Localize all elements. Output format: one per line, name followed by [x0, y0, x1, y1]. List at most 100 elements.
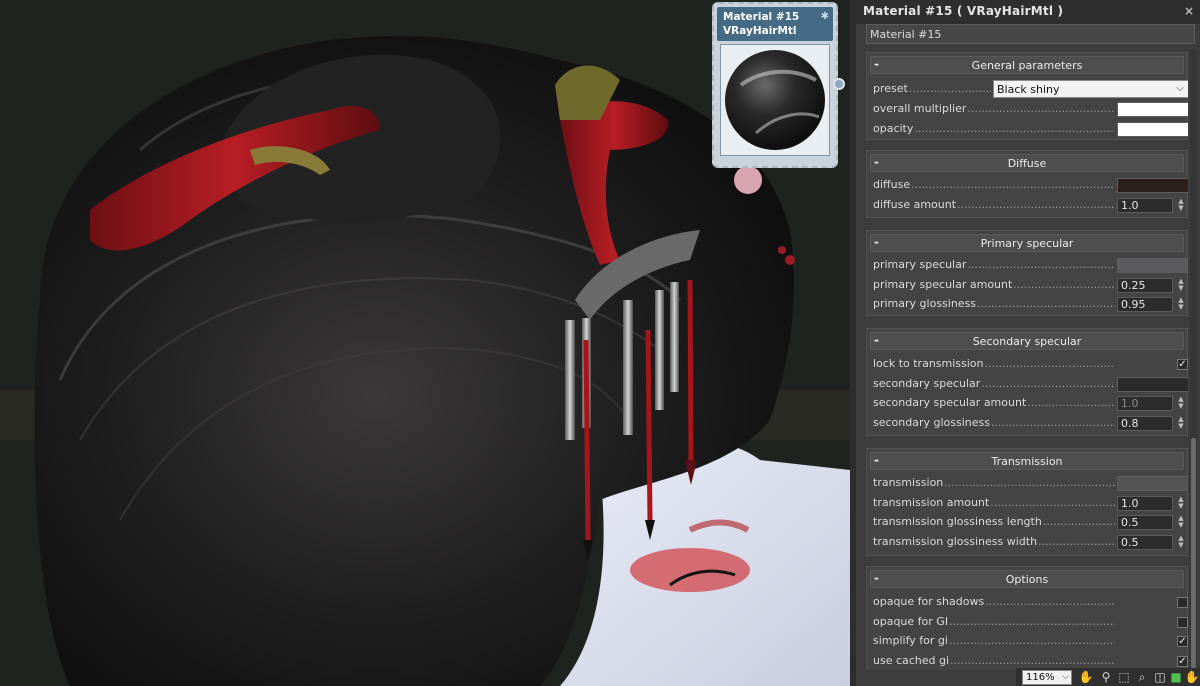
region-icon[interactable]: ⬚ — [1116, 669, 1132, 685]
param-row-primary-glossiness: primary glossiness 0.95 ▲▼ — [873, 295, 1187, 313]
param-row-opaque-for-gi: opaque for GI — [873, 613, 1188, 631]
param-row-secondary-specular: secondary specular — [873, 375, 1188, 393]
param-row-transmission: transmission — [873, 474, 1188, 492]
param-row-transmission-glossiness-length: transmission glossiness length 0.5 ▲▼ — [873, 513, 1187, 531]
spinner-arrows-icon[interactable]: ▲ ▼ — [1176, 416, 1186, 431]
material-name-field[interactable] — [866, 24, 1195, 44]
param-label-secondary-specular-amount: secondary specular amount — [873, 395, 1115, 411]
param-label-diffuse: diffuse — [873, 177, 1115, 193]
rollout-secondary-specular: - Secondary specular lock to transmissio… — [866, 328, 1188, 436]
secondary-specular-color-swatch[interactable] — [1117, 377, 1188, 392]
spinner-arrows-icon[interactable]: ▲ ▼ — [1176, 496, 1186, 511]
param-label-use-cached-gi: use cached gi — [873, 653, 1115, 669]
zoom-icon[interactable]: ⚲ — [1098, 669, 1114, 685]
hand-pan-icon[interactable]: ✋ — [1184, 669, 1200, 685]
view-active-icon[interactable]: ■ — [1168, 669, 1184, 685]
hand-icon[interactable]: ✋ — [1078, 669, 1094, 685]
param-label-opaque-for-shadows: opaque for shadows — [873, 594, 1115, 610]
param-row-transmission-glossiness-width: transmission glossiness width 0.5 ▲▼ — [873, 533, 1187, 551]
node-options-icon[interactable]: ✱ — [821, 10, 829, 24]
param-label-preset: preset — [873, 81, 991, 97]
material-node[interactable]: Material #15 VRayHairMtl ✱ — [712, 2, 845, 168]
rollout-header-general[interactable]: - General parameters — [870, 56, 1184, 74]
chevron-down-icon[interactable]: ⌵ — [1062, 671, 1069, 684]
material-node-title: Material #15 — [723, 11, 800, 23]
rollout-options: - Options opaque for shadows opaque for … — [866, 566, 1188, 670]
spinner-arrows-icon[interactable]: ▲ ▼ — [1176, 535, 1186, 550]
param-row-primary-specular-amount: primary specular amount 0.25 ▲▼ — [873, 276, 1187, 294]
simplify-for-gi-checkbox[interactable]: ✓ — [1177, 636, 1188, 647]
param-row-secondary-specular-amount: secondary specular amount 1.0 ▲▼ — [873, 394, 1187, 412]
param-label-secondary-glossiness: secondary glossiness — [873, 415, 1115, 431]
rollout-header-options[interactable]: - Options — [870, 570, 1184, 588]
param-row-diffuse-amount: diffuse amount 1.0 ▲▼ — [873, 196, 1187, 214]
opacity-color-swatch[interactable] — [1117, 122, 1188, 137]
overall-multiplier-color-swatch[interactable] — [1117, 102, 1188, 117]
panel-scrollbar[interactable] — [1190, 50, 1197, 670]
rollout-primary-specular: - Primary specular primary specular prim… — [866, 230, 1188, 316]
transmission-color-swatch[interactable] — [1117, 476, 1188, 491]
secondary-specular-amount-spinner[interactable]: 1.0 — [1117, 396, 1173, 411]
rollout-header-transmission[interactable]: - Transmission — [870, 452, 1184, 470]
param-row-lock-to-transmission: lock to transmission ✓ — [873, 355, 1188, 373]
param-label-primary-glossiness: primary glossiness — [873, 296, 1115, 312]
material-node-header[interactable]: Material #15 VRayHairMtl ✱ — [717, 7, 833, 41]
chevron-down-icon[interactable]: ⌵ — [1176, 81, 1184, 96]
diffuse-color-swatch[interactable] — [1117, 178, 1188, 193]
param-row-transmission-amount: transmission amount 1.0 ▲▼ — [873, 494, 1187, 512]
node-output-socket[interactable] — [833, 78, 845, 90]
spinner-arrows-icon[interactable]: ▲ ▼ — [1176, 297, 1186, 312]
rollout-title: Options — [1005, 573, 1049, 586]
primary-specular-color-swatch[interactable] — [1117, 258, 1188, 273]
spinner-arrows-icon[interactable]: ▲ ▼ — [1176, 278, 1186, 293]
rollout-header-primary-specular[interactable]: - Primary specular — [870, 234, 1184, 252]
param-label-opacity: opacity — [873, 121, 1115, 137]
panel-title: Material #15 ( VRayHairMtl ) — [863, 4, 1064, 18]
material-preview-thumbnail — [720, 44, 830, 156]
param-row-secondary-glossiness: secondary glossiness 0.8 ▲▼ — [873, 414, 1187, 432]
rollout-title: Primary specular — [980, 237, 1074, 250]
use-cached-gi-checkbox[interactable]: ✓ — [1177, 656, 1188, 667]
primary-specular-amount-spinner[interactable]: 0.25 — [1117, 278, 1173, 293]
param-row-opacity: opacity — [873, 120, 1188, 138]
panel-titlebar: Material #15 ( VRayHairMtl ) × — [856, 0, 1200, 24]
transmission-glossiness-length-spinner[interactable]: 0.5 — [1117, 515, 1173, 530]
param-row-preset: preset Black shiny ⌵ — [873, 79, 1188, 98]
secondary-glossiness-spinner[interactable]: 0.8 — [1117, 416, 1173, 431]
diffuse-amount-spinner[interactable]: 1.0 — [1117, 198, 1173, 213]
param-row-opaque-for-shadows: opaque for shadows — [873, 593, 1188, 611]
rollout-general-parameters: - General parameters preset Black shiny … — [866, 52, 1188, 140]
scrollbar-thumb[interactable] — [1191, 438, 1196, 668]
param-label-primary-specular-amount: primary specular amount — [873, 277, 1115, 293]
spinner-arrows-icon[interactable]: ▲ ▼ — [1176, 396, 1186, 411]
rollout-title: Secondary specular — [972, 335, 1082, 348]
navigation-toolbar: 116% ⌵ ✋ ⚲ ⬚ ⌕ ◫ ■ ✋ — [1016, 668, 1200, 686]
rollout-header-diffuse[interactable]: - Diffuse — [870, 154, 1184, 172]
param-row-simplify-for-gi: simplify for gi ✓ — [873, 632, 1188, 650]
render-viewport[interactable]: Material #15 VRayHairMtl ✱ — [0, 0, 850, 686]
zoom-region-icon[interactable]: ⌕ — [1134, 669, 1150, 685]
material-node-type: VRayHairMtl — [723, 25, 797, 37]
close-icon[interactable]: × — [1184, 4, 1194, 18]
preset-dropdown[interactable]: Black shiny ⌵ — [993, 80, 1188, 98]
spinner-arrows-icon[interactable]: ▲ ▼ — [1176, 198, 1186, 213]
lock-to-transmission-checkbox[interactable]: ✓ — [1177, 359, 1188, 370]
rollout-title: Diffuse — [1007, 157, 1047, 170]
primary-glossiness-spinner[interactable]: 0.95 — [1117, 297, 1173, 312]
opaque-for-shadows-checkbox[interactable] — [1177, 597, 1188, 608]
param-row-diffuse: diffuse — [873, 176, 1188, 194]
rollout-title: General parameters — [971, 59, 1083, 72]
rollout-header-secondary-specular[interactable]: - Secondary specular — [870, 332, 1184, 350]
rollout-container: - General parameters preset Black shiny … — [866, 50, 1188, 670]
transmission-glossiness-width-spinner[interactable]: 0.5 — [1117, 535, 1173, 550]
spinner-arrows-icon[interactable]: ▲ ▼ — [1176, 515, 1186, 530]
frame-icon[interactable]: ◫ — [1152, 669, 1168, 685]
zoom-level-value: 116% — [1026, 672, 1055, 683]
param-label-transmission-amount: transmission amount — [873, 495, 1115, 511]
zoom-level-dropdown[interactable]: 116% ⌵ — [1022, 670, 1072, 685]
rollout-transmission: - Transmission transmission transmission… — [866, 448, 1188, 556]
transmission-amount-spinner[interactable]: 1.0 — [1117, 496, 1173, 511]
rollout-title: Transmission — [991, 455, 1063, 468]
opaque-for-gi-checkbox[interactable] — [1177, 617, 1188, 628]
material-sphere-preview — [721, 45, 829, 155]
